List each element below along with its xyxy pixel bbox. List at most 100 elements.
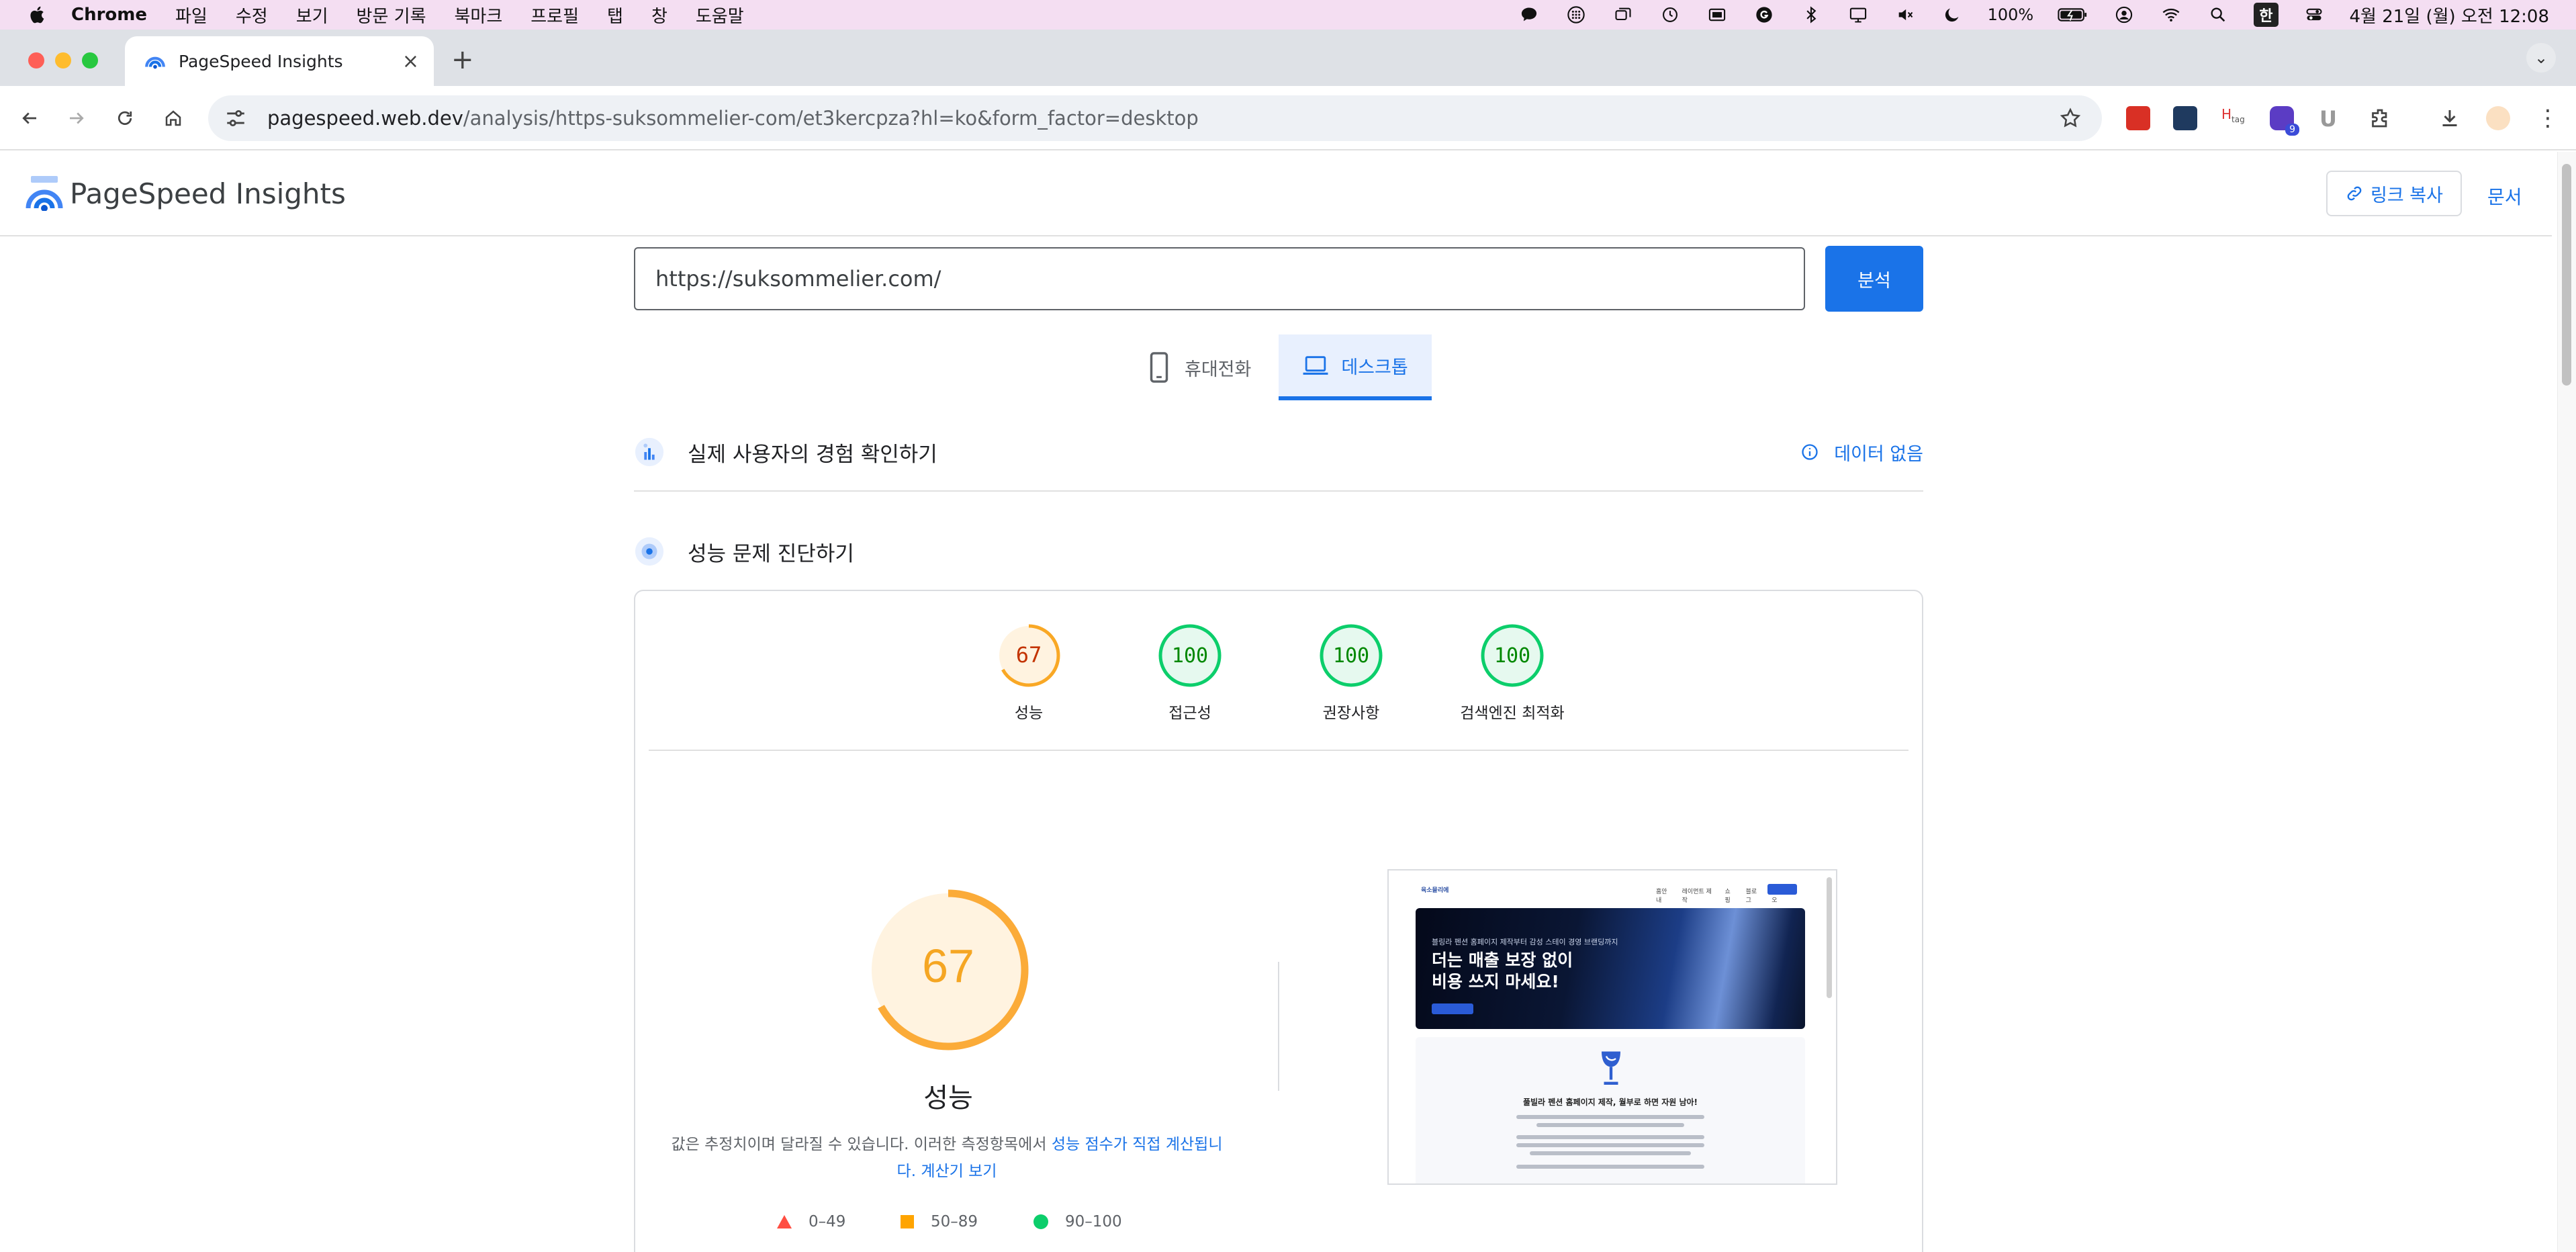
macos-menu-bar: Chrome 파일 수정 보기 방문 기록 북마크 프로필 탭 창 도움말 10… [0,0,2576,30]
dots-grid-icon[interactable] [1565,5,1588,24]
diagnose-section: 성능 문제 진단하기 [634,531,1923,572]
battery-icon[interactable] [2058,5,2088,24]
screen-mirror-icon[interactable] [1706,5,1729,24]
url-host: pagespeed.web.dev [267,107,463,130]
bookmark-star-icon[interactable] [2059,107,2082,130]
url-input[interactable]: https://suksommelier.com/ [634,247,1805,310]
user-icon[interactable] [2113,5,2135,24]
extension-purple-icon[interactable]: 9 [2270,106,2299,136]
menu-app-name[interactable]: Chrome [71,5,147,25]
menu-edit[interactable]: 수정 [236,3,268,28]
analyze-button[interactable]: 분석 [1825,246,1923,312]
field-data-section: 실제 사용자의 경험 확인하기 데이터 없음 [634,431,1923,473]
legend-pass-range: 90–100 [1065,1213,1122,1231]
profile-avatar[interactable] [2486,106,2510,130]
menubar-clock[interactable]: 4월 21일 (월) 오전 12:08 [2350,3,2550,28]
active-tab[interactable]: PageSpeed Insights × [125,36,434,86]
tab-title: PageSpeed Insights [179,51,343,71]
extensions-puzzle-icon[interactable] [2368,106,2392,130]
spotlight-icon[interactable] [2207,5,2229,24]
score-gauge[interactable]: 100 검색엔진 최적화 [1432,622,1593,723]
page-scrollbar[interactable] [2557,152,2576,1252]
menu-file[interactable]: 파일 [175,3,208,28]
apple-menu-icon[interactable] [27,4,48,26]
mute-icon[interactable] [1894,5,1917,24]
chrome-menu-icon[interactable]: ⋮ [2536,106,2560,130]
reload-icon[interactable] [109,102,141,134]
thumb-text-line [1516,1165,1704,1169]
extension-dark-icon[interactable] [2173,106,2197,130]
score-label: 검색엔진 최적화 [1460,705,1565,722]
tab-desktop[interactable]: 데스크톱 [1279,334,1432,400]
thumb-nav-item: 쇼핑 [1724,889,1731,904]
thumb-hero-line-2: 비용 쓰지 마세요! [1432,972,1559,991]
score-gauge[interactable]: 100 권장사항 [1271,622,1432,723]
extension-badge: 9 [2285,124,2299,136]
address-bar[interactable]: pagespeed.web.dev/analysis/https-suksomm… [208,95,2102,141]
score-gauge[interactable]: 67 성능 [948,622,1109,723]
thumb-text-line [1516,1115,1704,1119]
page-title[interactable]: PageSpeed Insights [70,177,346,210]
calculator-link[interactable]: 계산기 보기 [921,1163,997,1180]
score-gauge[interactable]: 100 접근성 [1109,622,1271,723]
copy-link-button[interactable]: 링크 복사 [2326,171,2462,216]
menu-bookmarks[interactable]: 북마크 [455,3,503,28]
tab-close-icon[interactable]: × [402,50,419,73]
site-info-icon[interactable] [224,107,247,130]
pagespeed-favicon-icon [145,56,165,69]
pagespeed-logo-icon[interactable] [26,176,63,211]
home-icon[interactable] [157,102,189,134]
browser-toolbar: pagespeed.web.dev/analysis/https-suksomm… [0,86,2576,150]
window-close-button[interactable] [28,52,44,69]
score-ring: 100 [1481,624,1544,687]
display-icon[interactable] [1847,5,1870,24]
time-machine-icon[interactable] [1659,5,1682,24]
performance-description: 값은 추정치이며 달라질 수 있습니다. 이러한 측정항목에서 성능 점수가 직… [665,1131,1229,1185]
menu-profiles[interactable]: 프로필 [531,3,579,28]
control-center-icon[interactable] [2303,5,2326,24]
input-method-indicator[interactable]: 한 [2254,3,2279,27]
extension-tag-icon[interactable]: Htag [2221,106,2246,130]
wifi-icon[interactable] [2160,5,2182,24]
docs-link[interactable]: 문서 [2487,183,2522,210]
thumb-site-logo: 육소믈리에 [1421,887,1449,894]
forward-icon[interactable] [60,102,93,134]
final-screenshot[interactable]: 육소믈리에 홈안내 레이먼트 제작 쇼핑 블로그 포트폴리오 블링라 펜션 홈페… [1387,869,1837,1185]
new-tab-icon[interactable]: + [451,44,474,75]
bluetooth-icon[interactable] [1800,5,1823,24]
menu-window[interactable]: 창 [651,3,668,28]
tab-search-icon[interactable]: ⌄ [2526,43,2556,73]
grammarly-icon[interactable] [1753,5,1776,24]
extension-u-icon[interactable]: U [2319,106,2344,132]
thumb-hero: 블링라 펜션 홈페이지 제작부터 감성 스테이 경영 브랜딩까지 더는 매출 보… [1416,908,1805,1029]
thumb-text-line [1516,1143,1704,1147]
thumb-cta-button [1767,884,1797,895]
window-minimize-button[interactable] [55,52,71,69]
speech-bubble-icon[interactable] [1518,5,1540,24]
scrollbar-thumb[interactable] [2562,164,2571,386]
score-ring: 67 [997,624,1060,687]
back-icon[interactable] [13,102,46,134]
windows-icon[interactable] [1612,5,1635,24]
score-value: 100 [1333,644,1369,668]
diagnose-title: 성능 문제 진단하기 [688,541,854,566]
score-value: 100 [1172,644,1208,668]
tab-mobile[interactable]: 휴대전화 [1146,334,1251,400]
downloads-icon[interactable] [2438,106,2462,130]
no-data-label: 데이터 없음 [1834,443,1923,465]
extension-red-icon[interactable] [2126,106,2150,130]
performance-label: 성능 [923,1083,973,1114]
window-zoom-button[interactable] [82,52,98,69]
menu-history[interactable]: 방문 기록 [357,3,426,28]
thumb-nav-item: 홈안내 [1656,889,1667,904]
legend-average-range: 50–89 [931,1213,978,1231]
tab-mobile-label: 휴대전화 [1185,359,1252,380]
phone-icon [1150,352,1168,383]
menu-help[interactable]: 도움말 [696,3,744,28]
dark-mode-icon[interactable] [1941,5,1964,24]
no-data-indicator[interactable]: 데이터 없음 [1800,439,1923,465]
menu-tab[interactable]: 탭 [607,3,623,28]
gauges-divider [649,750,1908,751]
menu-view[interactable]: 보기 [296,3,328,28]
copy-link-label: 링크 복사 [2371,185,2443,206]
